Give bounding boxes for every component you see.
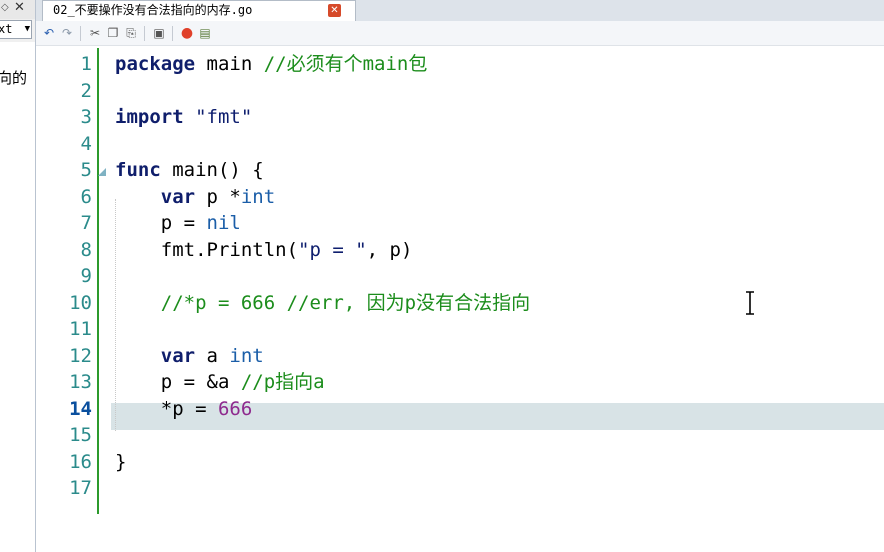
code-token: int [229,344,264,367]
code-token: //*p = 666 //err, 因为p没有合法指向 [160,291,531,314]
code-token: main [195,53,264,75]
undo-icon[interactable]: ↶ [42,26,56,40]
code-token: import [115,106,184,128]
line-number[interactable]: 9 [36,263,92,290]
code-line[interactable]: *p = 666 [115,396,253,423]
tab-file[interactable]: 02_不要操作没有合法指向的内存.go ✕ [42,0,356,21]
toolbar-separator [172,26,173,41]
line-number[interactable]: 17 [36,475,92,502]
line-number[interactable]: 4 [36,131,92,158]
line-number[interactable]: 14 [36,396,92,423]
chevron-down-icon[interactable]: ▼ [25,21,30,38]
code-token: 666 [217,397,253,420]
line-number[interactable]: 8 [36,237,92,264]
code-line[interactable]: func main() { [115,157,264,184]
line-number[interactable]: 12 [36,343,92,370]
toolbar: ↶ ↷ ✂ ❐ ⎘ ▣ ● ▤ [36,21,884,46]
line-number[interactable]: 2 [36,78,92,105]
toolbar-separator [144,26,145,41]
code-line[interactable]: fmt.Println("p = ", p) [115,237,413,264]
code-token: p = &a [115,371,241,393]
line-number[interactable]: 7 [36,210,92,237]
close-icon[interactable]: ✕ [14,0,25,15]
side-panel-select[interactable]: xt ▼ [0,20,32,39]
code-line[interactable]: //*p = 666 //err, 因为p没有合法指向 [115,290,530,317]
tree-item[interactable]: 向的 [0,67,27,88]
line-number[interactable]: 13 [36,369,92,396]
code-token: var [160,185,196,208]
redo-icon[interactable]: ↷ [60,26,74,40]
line-number[interactable]: 10 [36,290,92,317]
code-token: var [160,344,196,367]
copy-icon[interactable]: ❐ [106,26,120,40]
code-line[interactable]: var p *int [115,184,275,211]
code-token: a [195,344,230,367]
code-token: *p = [115,397,218,420]
paste-icon[interactable]: ⎘ [124,26,138,40]
code-token: //必须有个main包 [263,53,428,75]
code-token: , p) [366,238,413,261]
cut-icon[interactable]: ✂ [88,26,102,40]
find-icon[interactable]: ▣ [152,26,166,40]
code-token: "p = " [298,238,367,261]
code-token: } [115,450,127,473]
code-line[interactable]: import "fmt" [115,104,252,131]
code-token: p * [195,185,241,208]
code-area[interactable]: package main //必须有个main包 import "fmt" func… [99,46,884,552]
code-token: p = [115,212,207,234]
side-panel-header: ◇ ✕ [0,0,35,19]
toolbar-separator [80,26,81,41]
code-token: main() { [160,159,264,181]
code-line[interactable]: p = &a //p指向a [115,369,325,396]
code-line[interactable]: package main //必须有个main包 [115,51,427,78]
line-number[interactable]: 11 [36,316,92,343]
code-line[interactable]: var a int [115,343,264,370]
side-panel: ◇ ✕ xt ▼ 向的 [0,0,36,552]
code-line[interactable]: p = nil [115,210,241,237]
pin-icon[interactable]: ◇ [1,2,9,13]
code-token: package [115,53,196,75]
close-tab-icon[interactable]: ✕ [328,4,341,17]
side-panel-tree: 向的 [0,42,35,552]
line-number[interactable]: 3 [36,104,92,131]
line-number[interactable]: 16 [36,449,92,476]
code-token: func [115,159,161,181]
text-cursor-icon [746,291,754,315]
line-number[interactable]: 1 [36,51,92,78]
tab-bar: 02_不要操作没有合法指向的内存.go ✕ [36,0,884,21]
line-number[interactable]: 5 [36,157,92,184]
side-panel-select-value: xt [0,22,13,36]
line-number-gutter: 1 2 3 4 5 6 7 8 9 10 11 12 13 14 15 16 17 [36,46,106,552]
code-editor[interactable]: 1 2 3 4 5 6 7 8 9 10 11 12 13 14 15 16 17 package main /… [36,46,884,552]
line-number[interactable]: 15 [36,422,92,449]
run-icon[interactable]: ● [180,26,194,40]
code-token: "fmt" [195,106,253,128]
code-token: fmt.Println( [115,238,299,261]
build-icon[interactable]: ▤ [198,26,212,40]
code-token: //p指向a [240,371,325,393]
code-line[interactable]: } [115,449,126,476]
code-token: nil [206,212,241,234]
tab-title: 02_不要操作没有合法指向的内存.go [53,3,253,17]
code-token: int [240,185,276,208]
line-number[interactable]: 6 [36,184,92,211]
